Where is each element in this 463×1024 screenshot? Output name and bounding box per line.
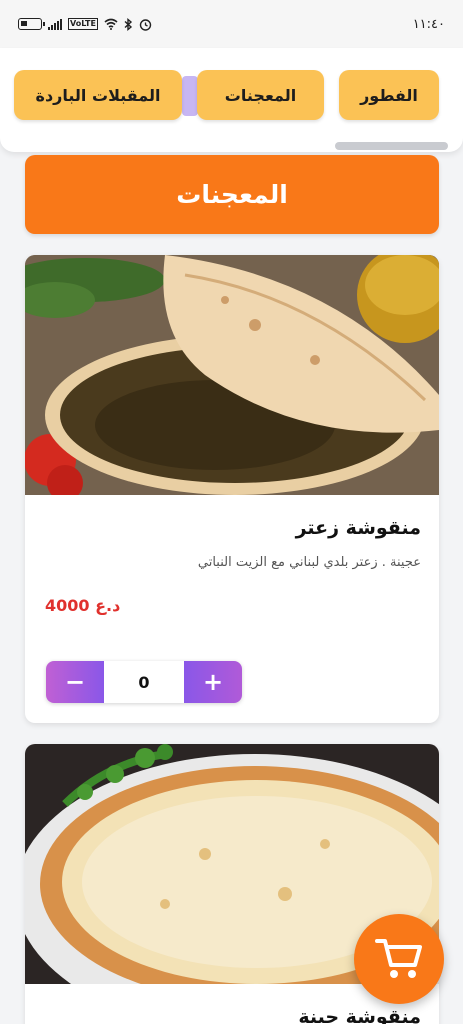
- cart-button[interactable]: [354, 914, 444, 1004]
- volte-icon: VoLTE: [68, 18, 98, 30]
- horizontal-scrollbar[interactable]: [335, 142, 448, 150]
- bluetooth-icon: [124, 17, 133, 31]
- quantity-value[interactable]: 0: [104, 661, 184, 703]
- decrease-quantity-button[interactable]: −: [46, 661, 104, 703]
- battery-icon: [18, 18, 45, 30]
- category-tab-cold-appetizers[interactable]: المقبلات الباردة: [14, 70, 182, 120]
- product-card: منقوشة زعتر عجينة . زعتر بلدي لبناني مع …: [25, 255, 439, 723]
- product-description: عجينة . زعتر بلدي لبناني مع الزيت النبات…: [197, 555, 421, 570]
- category-tab-pastries[interactable]: المعجنات: [197, 70, 324, 120]
- product-name: منقوشة زعتر: [295, 517, 421, 539]
- wifi-icon: [104, 18, 118, 30]
- signal-icon: [48, 18, 62, 30]
- product-image-zaatar-manakish: [25, 255, 439, 495]
- section-title: المعجنات: [25, 155, 439, 234]
- status-icons: VoLTE: [18, 17, 152, 31]
- status-bar: VoLTE ١١:٤٠: [0, 0, 463, 48]
- category-tab-breakfast[interactable]: الفطور: [339, 70, 439, 120]
- cart-icon: [375, 939, 422, 978]
- product-name: منقوشة جبنة: [298, 1006, 421, 1024]
- increase-quantity-button[interactable]: +: [184, 661, 242, 703]
- status-time: ١١:٤٠: [412, 16, 445, 32]
- product-price: 4000 د.ع: [45, 596, 121, 615]
- category-bar[interactable]: الفطور المعجنات المقبلات الباردة: [0, 48, 463, 152]
- category-divider: [182, 76, 198, 116]
- alarm-icon: [139, 18, 152, 31]
- quantity-stepper: − 0 +: [46, 661, 242, 703]
